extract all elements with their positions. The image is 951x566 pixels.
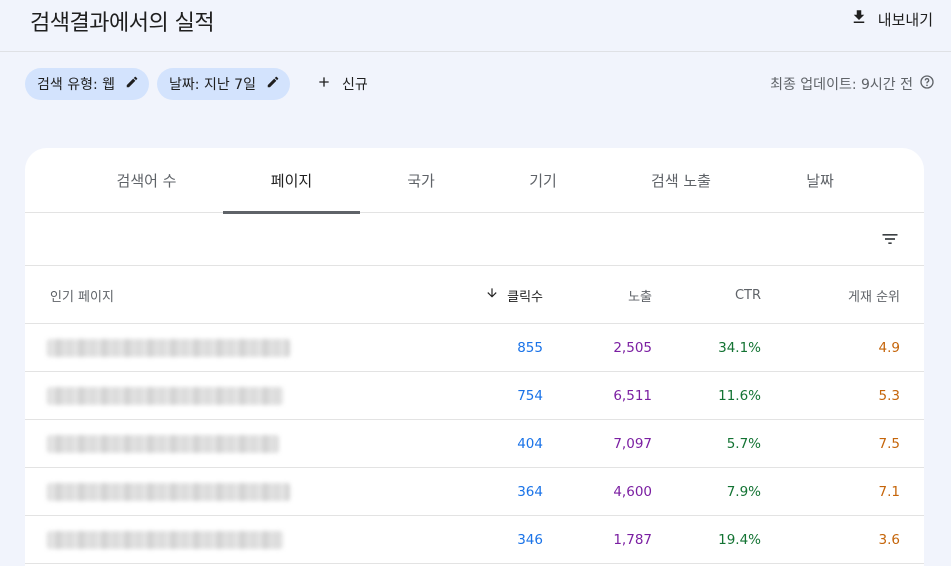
table-row[interactable]: 404 7,097 5.7% 7.5: [25, 420, 924, 468]
cell-clicks: 855: [517, 340, 543, 356]
cell-impressions: 4,600: [613, 484, 652, 500]
cell-ctr: 5.7%: [726, 436, 761, 452]
new-filter-label: 신규: [341, 77, 368, 93]
tab-queries[interactable]: 검색어 수: [79, 148, 214, 213]
column-header-position[interactable]: 게재 순위: [775, 266, 900, 324]
redacted-page-url[interactable]: [47, 339, 290, 357]
tab-label: 검색어 수: [116, 172, 177, 190]
tab-countries[interactable]: 국가: [370, 148, 472, 213]
search-type-chip[interactable]: 검색 유형: 웹: [25, 68, 150, 100]
cell-impressions: 7,097: [613, 436, 652, 452]
cell-clicks: 346: [517, 532, 543, 548]
cell-ctr: 11.6%: [718, 388, 761, 404]
export-button[interactable]: 내보내기: [850, 8, 933, 30]
table-toolbar: [25, 213, 924, 266]
tab-label: 날짜: [806, 172, 834, 190]
cell-position: 3.6: [878, 532, 900, 548]
dimension-tabs: 검색어 수 페이지 국가 기기 검색 노출 날짜: [25, 148, 924, 214]
tab-pages[interactable]: 페이지: [223, 148, 360, 214]
table-row[interactable]: 855 2,505 34.1% 4.9: [25, 324, 924, 372]
cell-position: 7.5: [878, 436, 900, 452]
cell-position: 5.3: [878, 388, 900, 404]
tab-label: 페이지: [270, 172, 313, 190]
cell-impressions: 2,505: [613, 340, 652, 356]
redacted-page-url[interactable]: [47, 531, 283, 549]
plus-icon: [316, 74, 332, 94]
page-header: 검색결과에서의 실적 내보내기: [0, 0, 951, 52]
table-header: 인기 페이지 클릭수 노출 CTR 게재 순위: [25, 266, 924, 324]
chip-label: 날짜: 지난 7일: [169, 77, 256, 93]
chip-label: 검색 유형: 웹: [37, 77, 116, 93]
date-range-chip[interactable]: 날짜: 지난 7일: [157, 68, 290, 100]
help-circle-icon[interactable]: [919, 74, 935, 94]
cell-impressions: 6,511: [613, 388, 652, 404]
filter-list-icon[interactable]: [880, 229, 900, 249]
column-header-page[interactable]: 인기 페이지: [50, 266, 114, 324]
search-performance-page: 검색결과에서의 실적 내보내기 검색 유형: 웹 날짜: 지난 7일 신규 최종…: [0, 0, 951, 566]
cell-position: 4.9: [878, 340, 900, 356]
last-updated: 최종 업데이트: 9시간 전: [770, 74, 935, 94]
tab-label: 기기: [529, 172, 557, 190]
cell-clicks: 364: [517, 484, 543, 500]
redacted-page-url[interactable]: [47, 435, 279, 453]
table-row[interactable]: 346 1,787 19.4% 3.6: [25, 516, 924, 564]
arrow-down-icon: [485, 286, 507, 304]
pencil-icon: [266, 75, 280, 93]
column-header-label: 클릭수: [507, 289, 543, 305]
filter-bar: 검색 유형: 웹 날짜: 지난 7일 신규: [25, 68, 380, 100]
cell-clicks: 404: [517, 436, 543, 452]
tab-search-appearance[interactable]: 검색 노출: [625, 148, 737, 213]
download-icon: [850, 8, 868, 30]
tab-label: 검색 노출: [651, 172, 711, 190]
report-card: 검색어 수 페이지 국가 기기 검색 노출 날짜 인기 페이지 클릭수 노출 C…: [25, 148, 924, 566]
column-header-ctr[interactable]: CTR: [665, 266, 761, 324]
column-header-impressions[interactable]: 노출: [555, 266, 652, 324]
table-row[interactable]: 364 4,600 7.9% 7.1: [25, 468, 924, 516]
pencil-icon: [125, 75, 139, 93]
page-title: 검색결과에서의 실적: [30, 11, 215, 36]
tab-label: 국가: [407, 172, 435, 190]
tab-dates[interactable]: 날짜: [777, 148, 863, 213]
tab-devices[interactable]: 기기: [495, 148, 591, 213]
redacted-page-url[interactable]: [47, 483, 290, 501]
export-label: 내보내기: [877, 10, 933, 29]
redacted-page-url[interactable]: [47, 387, 283, 405]
table-row[interactable]: 754 6,511 11.6% 5.3: [25, 372, 924, 420]
new-filter-button[interactable]: 신규: [304, 68, 380, 100]
cell-position: 7.1: [878, 484, 900, 500]
column-header-clicks[interactable]: 클릭수: [445, 266, 543, 324]
cell-ctr: 19.4%: [718, 532, 761, 548]
cell-impressions: 1,787: [613, 532, 652, 548]
cell-ctr: 34.1%: [718, 340, 761, 356]
cell-ctr: 7.9%: [726, 484, 761, 500]
last-updated-text: 최종 업데이트: 9시간 전: [770, 77, 913, 93]
cell-clicks: 754: [517, 388, 543, 404]
